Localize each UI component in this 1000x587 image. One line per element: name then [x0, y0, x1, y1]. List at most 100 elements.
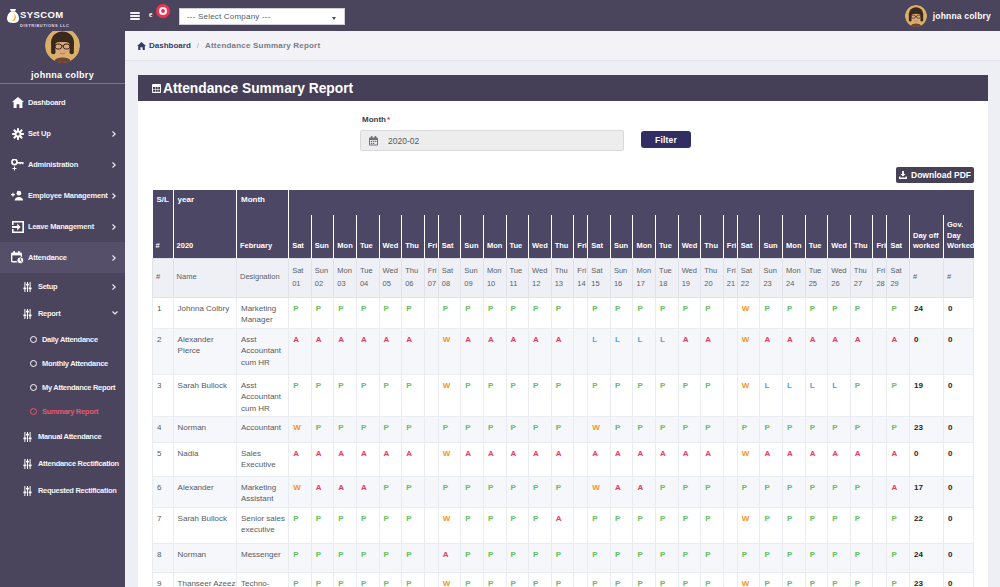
- cell-day-25-status: P: [805, 297, 828, 328]
- select-caret-icon: [332, 17, 336, 20]
- cell-day-23-status: P: [760, 543, 783, 572]
- sidebar-item-set-up[interactable]: Set Up: [0, 118, 125, 149]
- sidebar-item-label: Attendance: [28, 253, 67, 262]
- sidebar-item-monthly-attendance[interactable]: Monthly Attendance: [0, 351, 125, 375]
- sidebar-toggle-hamburger-icon[interactable]: [130, 12, 140, 20]
- col-day-10: Mon10: [483, 258, 506, 297]
- sidebar-item-employee-management[interactable]: Employee Management: [0, 180, 125, 211]
- sidebar-item-leave-management[interactable]: Leave Management: [0, 211, 125, 242]
- cell-day-14-status: [574, 442, 588, 476]
- sidebar-item-requested-rectification[interactable]: Requested Rectification: [0, 477, 125, 504]
- cell-day-14-status: [574, 543, 588, 572]
- breadcrumb-dashboard-link[interactable]: Dashboard: [137, 41, 191, 50]
- sidebar-item-label: Set Up: [28, 129, 51, 138]
- sidebar-item-label: Monthly Attendance: [42, 359, 108, 368]
- sidebar-item-attendance-rectification[interactable]: Attendance Rectification: [0, 450, 125, 477]
- cell-day-23-status: P: [760, 507, 783, 543]
- cell-day-29-status: P: [887, 374, 910, 416]
- top-navbar: SYSCOM DISTRIBUTIONS LLC e --- Select Co…: [0, 0, 1000, 31]
- col-day-26-dow: Wed: [828, 215, 851, 258]
- cell-day-27-status: P: [850, 374, 873, 416]
- chevron-right-icon: [112, 224, 117, 229]
- app-target-logo-icon[interactable]: [156, 4, 170, 18]
- cell-day-22-status: P: [737, 476, 760, 507]
- cell-day-09-status: P: [461, 543, 484, 572]
- cell-day-28-status: [873, 543, 887, 572]
- cell-day-08-status: A: [438, 543, 461, 572]
- month-input[interactable]: 2020-02: [360, 130, 624, 151]
- cell-day-12-status: A: [529, 328, 552, 374]
- sidebar-item-label: Requested Rectification: [38, 486, 117, 495]
- month-input-value: 2020-02: [388, 136, 419, 146]
- sidebar-item-manual-attendance[interactable]: Manual Attendance: [0, 423, 125, 450]
- brand-bag-icon: [6, 8, 20, 28]
- cell-day-05-status: P: [379, 297, 402, 328]
- col-day-off-worked: Day offworked: [910, 215, 944, 258]
- cell-day-25-status: P: [805, 416, 828, 442]
- cell-day-10-status: P: [483, 543, 506, 572]
- col-day-19: Wed19: [678, 258, 701, 297]
- table-header-row-1: S/LyearMonth: [153, 190, 974, 215]
- cell-day-off-worked: 24: [910, 543, 944, 572]
- cell-day-12-status: P: [529, 297, 552, 328]
- company-select[interactable]: --- Select Company ---: [179, 8, 345, 25]
- cell-day-11-status: P: [506, 416, 529, 442]
- cell-day-17-status: P: [633, 572, 656, 587]
- cell-day-01-status: P: [289, 374, 312, 416]
- cell-day-26-status: L: [828, 374, 851, 416]
- cell-day-03-status: P: [334, 572, 357, 587]
- download-pdf-button[interactable]: Download PDF: [896, 167, 974, 183]
- cell-day-17-status: P: [633, 374, 656, 416]
- navbar-user[interactable]: johnna colbry: [905, 0, 991, 31]
- sidebar-item-label: Daily Attendance: [42, 335, 98, 344]
- cell-day-21-status: [723, 416, 737, 442]
- col-day-28: Fri28: [873, 258, 887, 297]
- cell-day-01-status: P: [289, 297, 312, 328]
- cell-name: Norman: [173, 416, 236, 442]
- cell-day-07-status: [424, 572, 438, 587]
- cell-day-12-status: P: [529, 416, 552, 442]
- sidebar-item-summary-report[interactable]: Summary Report: [0, 399, 125, 423]
- cell-name: Sarah Bullock: [173, 507, 236, 543]
- sidebar-item-dashboard[interactable]: Dashboard: [0, 87, 125, 118]
- cell-day-05-status: P: [379, 572, 402, 587]
- sidebar-item-administration[interactable]: Administration: [0, 149, 125, 180]
- cell-day-26-status: A: [828, 442, 851, 476]
- calendar-icon: [369, 136, 378, 146]
- cell-day-17-status: P: [633, 507, 656, 543]
- col-day-21: Fri21: [723, 258, 737, 297]
- sidebar-avatar: [45, 28, 80, 63]
- cell-day-off-worked: 23: [910, 416, 944, 442]
- cell-day-10-status: A: [483, 442, 506, 476]
- sidebar-item-report[interactable]: Report: [0, 300, 125, 327]
- sidebar-item-setup[interactable]: Setup: [0, 273, 125, 300]
- col-month: Month: [236, 190, 288, 215]
- cell-day-27-status: P: [850, 507, 873, 543]
- cell-day-23-status: P: [760, 572, 783, 587]
- brand-logo[interactable]: SYSCOM DISTRIBUTIONS LLC: [0, 0, 125, 31]
- cell-day-27-status: A: [850, 328, 873, 374]
- cell-day-15-status: P: [588, 374, 611, 416]
- cell-day-02-status: P: [311, 572, 334, 587]
- cell-day-08-status: W: [438, 442, 461, 476]
- cell-day-26-status: P: [828, 297, 851, 328]
- cell-day-20-status: A: [701, 328, 724, 374]
- cell-day-28-status: [873, 442, 887, 476]
- col-day-21-dow: Fri: [723, 215, 737, 258]
- cell-designation: Messenger: [236, 543, 288, 572]
- col-day-16-dow: Sun: [610, 215, 633, 258]
- cell-day-09-status: P: [461, 507, 484, 543]
- filter-button[interactable]: Filter: [641, 131, 691, 148]
- cell-name: Alexander Pierce: [173, 328, 236, 374]
- cell-day-10-status: P: [483, 507, 506, 543]
- sidebar-item-daily-attendance[interactable]: Daily Attendance: [0, 327, 125, 351]
- cell-day-10-status: P: [483, 374, 506, 416]
- cell-day-24-status: A: [783, 442, 806, 476]
- cell-day-25-status: P: [805, 507, 828, 543]
- cell-day-01-status: P: [289, 507, 312, 543]
- col-day-13: Thu13: [551, 258, 574, 297]
- sidebar-item-attendance[interactable]: Attendance: [0, 242, 125, 273]
- col-day-14: Fri14: [574, 258, 588, 297]
- sidebar-item-my-attendance-report[interactable]: My Attendance Report: [0, 375, 125, 399]
- cell-day-20-status: P: [701, 476, 724, 507]
